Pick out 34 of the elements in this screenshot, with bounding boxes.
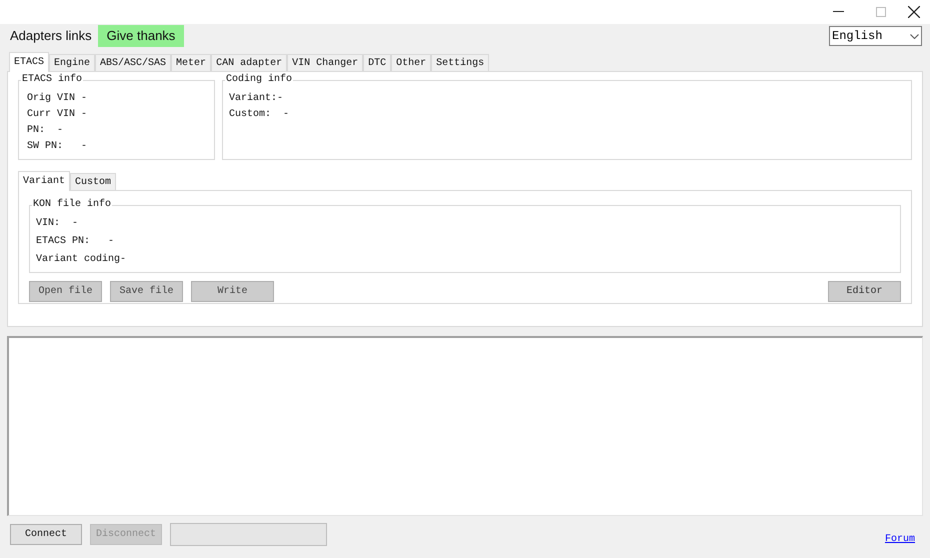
language-dropdown[interactable]: English: [829, 26, 922, 46]
file-button[interactable]: Write: [191, 281, 274, 302]
tab[interactable]: Engine: [49, 54, 96, 71]
group-title: Coding info: [225, 74, 294, 86]
bottom-button[interactable]: Connect: [10, 524, 82, 544]
info-line: Orig VIN -: [27, 92, 88, 106]
tab[interactable]: Other: [391, 54, 432, 71]
tab[interactable]: Custom: [70, 173, 116, 190]
tab[interactable]: Meter: [171, 54, 212, 71]
chevron-down-icon: [910, 34, 919, 38]
file-button[interactable]: Open file: [29, 281, 102, 302]
info-line: Variant:-: [229, 92, 284, 106]
menu-item[interactable]: Give thanks: [98, 25, 184, 47]
language-value: English: [832, 28, 882, 45]
tab[interactable]: Variant: [18, 171, 70, 191]
info-line: Curr VIN -: [27, 108, 88, 122]
tab[interactable]: DTC: [363, 54, 392, 71]
info-line: SW PN: -: [27, 140, 88, 154]
tab[interactable]: Settings: [431, 54, 490, 71]
tab[interactable]: ABS/ASC/SAS: [95, 54, 172, 71]
info-line: Custom: -: [229, 108, 290, 122]
info-line: PN: -: [27, 124, 64, 138]
info-line: VIN: -: [36, 217, 78, 231]
tab[interactable]: ETACS: [9, 52, 50, 72]
forum-link[interactable]: Forum: [884, 532, 915, 546]
tab[interactable]: CAN adapter: [211, 54, 288, 71]
menu-item[interactable]: Adapters links: [4, 25, 98, 47]
info-line: ETACS PN: -: [36, 235, 114, 249]
file-button[interactable]: Save file: [110, 281, 183, 302]
tab[interactable]: VIN Changer: [287, 54, 364, 71]
close-icon[interactable]: [908, 6, 920, 18]
info-line: Variant coding-: [36, 252, 126, 267]
minimize-icon[interactable]: [833, 11, 844, 13]
editor-button[interactable]: Editor: [828, 281, 901, 302]
